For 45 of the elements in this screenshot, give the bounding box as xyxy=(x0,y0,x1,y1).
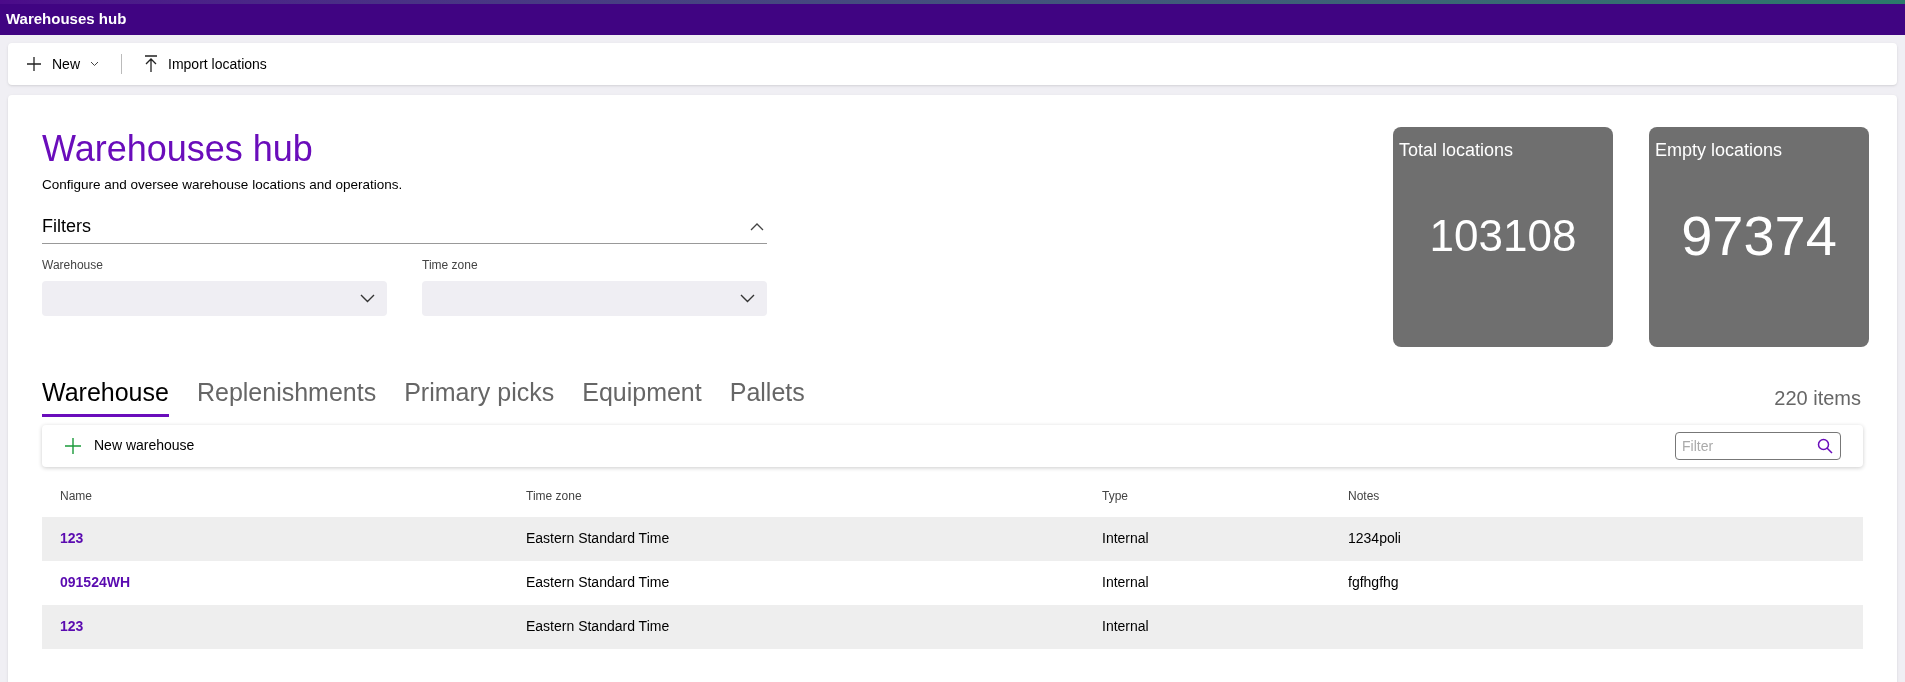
stat-value: 103108 xyxy=(1428,209,1578,262)
tab[interactable]: Replenishments xyxy=(196,374,377,417)
chevron-down-icon xyxy=(360,294,375,304)
page-subtitle: Configure and oversee warehouse locations and operations. xyxy=(42,176,404,194)
table-cell-text: fgfhgfhg xyxy=(1348,573,1400,592)
stat-label: Total locations xyxy=(1398,139,1515,162)
plus-icon xyxy=(64,436,82,455)
plus-icon xyxy=(26,56,42,72)
tab[interactable]: Pallets xyxy=(729,374,805,417)
filter-field[interactable]: Filter xyxy=(1675,431,1841,460)
tab[interactable]: Equipment xyxy=(582,374,702,417)
table-cell-text: Eastern Standard Time xyxy=(526,573,671,592)
stat-label: Empty locations xyxy=(1654,139,1784,162)
warehouse-link[interactable]: 091524WH xyxy=(60,572,131,593)
column-header: Name xyxy=(60,487,93,505)
stat-value: 97374 xyxy=(1680,202,1838,269)
table-cell-text: 1234poli xyxy=(1348,529,1402,548)
table-cell-text: Internal xyxy=(1102,617,1150,636)
column-header: Time zone xyxy=(526,487,583,505)
warehouse-link[interactable]: 123 xyxy=(60,616,84,637)
table-cell-text: Internal xyxy=(1102,573,1150,592)
filters-heading: Filters xyxy=(42,215,91,239)
tab[interactable]: Primary picks xyxy=(404,374,555,417)
new-button[interactable]: New xyxy=(26,53,99,75)
warehouse-link[interactable]: 123 xyxy=(60,528,84,549)
chevron-down-icon xyxy=(740,294,755,304)
window-title: Warehouses hub xyxy=(6,9,127,30)
table-cell-text: Eastern Standard Time xyxy=(526,617,671,636)
page-title: Warehouses hub xyxy=(42,127,314,171)
dropdown-field[interactable] xyxy=(422,281,767,317)
field-label: Time zone xyxy=(422,257,479,275)
table-cell-text: Internal xyxy=(1102,529,1150,548)
import-button[interactable]: Import locations xyxy=(144,53,267,75)
field-label: Warehouse xyxy=(42,257,104,275)
new-warehouse-button[interactable]: New warehouse xyxy=(64,435,195,456)
item-count: 220 items xyxy=(1774,385,1861,411)
dropdown-field[interactable] xyxy=(42,281,387,317)
search-icon xyxy=(1817,437,1833,454)
chevron-up-icon xyxy=(750,222,764,231)
tab[interactable]: Warehouse xyxy=(42,374,169,417)
column-header: Notes xyxy=(1348,487,1381,505)
table-cell-text: Eastern Standard Time xyxy=(526,529,671,548)
upload-icon xyxy=(144,55,158,73)
chevron-down-icon xyxy=(90,61,99,67)
column-header: Type xyxy=(1102,487,1129,505)
